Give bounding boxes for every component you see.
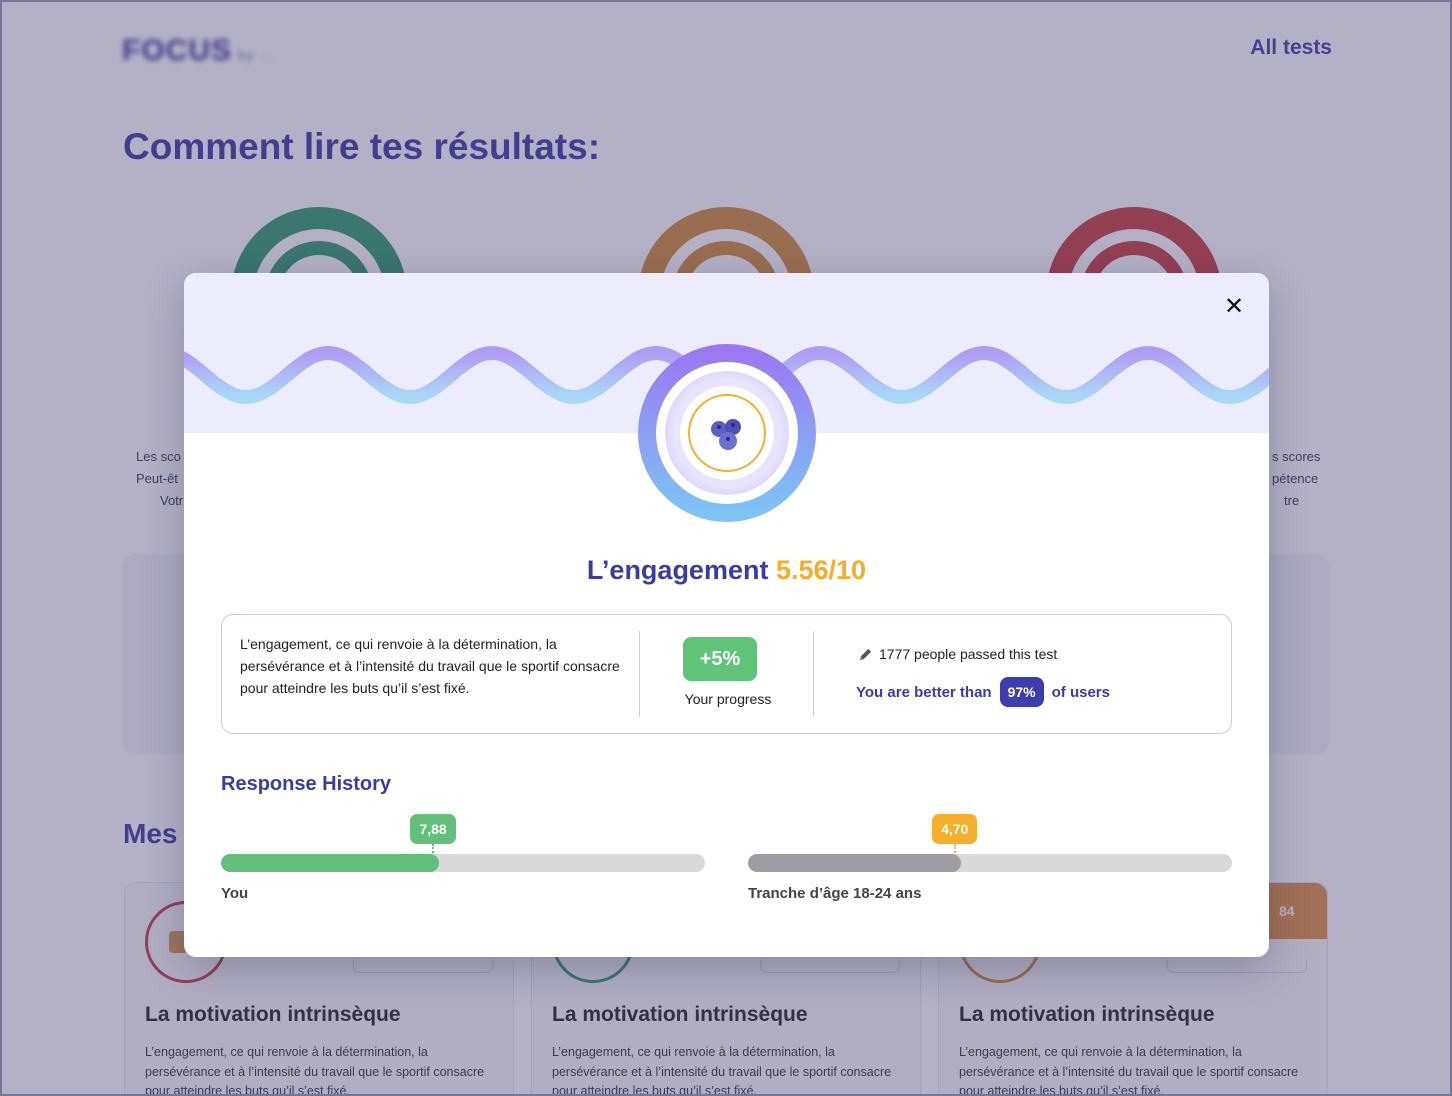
metric-description: L’engagement, ce qui renvoie à la déterm… [240, 636, 620, 696]
you-score-tag: 7,88 [410, 814, 456, 844]
you-score-fill [221, 854, 439, 872]
you-score-track [221, 854, 705, 872]
close-icon[interactable]: ✕ [1219, 291, 1249, 321]
ranking-prefix: You are better than [856, 683, 992, 701]
age-group-score-track [748, 854, 1232, 872]
divider [813, 631, 814, 717]
people-passed-text: 1777 people passed this test [879, 646, 1058, 662]
score-badge [638, 344, 816, 522]
age-group-score-tag: 4,70 [932, 814, 978, 844]
divider [639, 631, 640, 717]
ranking-percent-badge: 97% [999, 677, 1044, 707]
metric-name: L’engagement [586, 555, 769, 585]
metric-info-box: L’engagement, ce qui renvoie à la déterm… [221, 614, 1232, 734]
response-history-title: Response History [221, 773, 392, 795]
age-group-score-fill [748, 854, 961, 872]
progress-label: Your progress [684, 691, 772, 707]
age-group-score-label: Tranche d’âge 18-24 ans [748, 885, 922, 902]
pencil-icon [859, 648, 872, 660]
ranking-row: You are better than 97% of users [856, 677, 1110, 707]
progress-badge: +5% [683, 637, 757, 681]
people-passed-row: 1777 people passed this test [858, 646, 1057, 662]
modal-title: L’engagement 5.56/10 [184, 555, 1269, 586]
you-score-label: You [221, 885, 249, 902]
result-detail-modal: ✕ L’engagement 5.56/10 L’engagement, ce … [184, 273, 1269, 957]
metric-score: 5.56/10 [775, 555, 867, 585]
ranking-suffix: of users [1051, 683, 1110, 701]
